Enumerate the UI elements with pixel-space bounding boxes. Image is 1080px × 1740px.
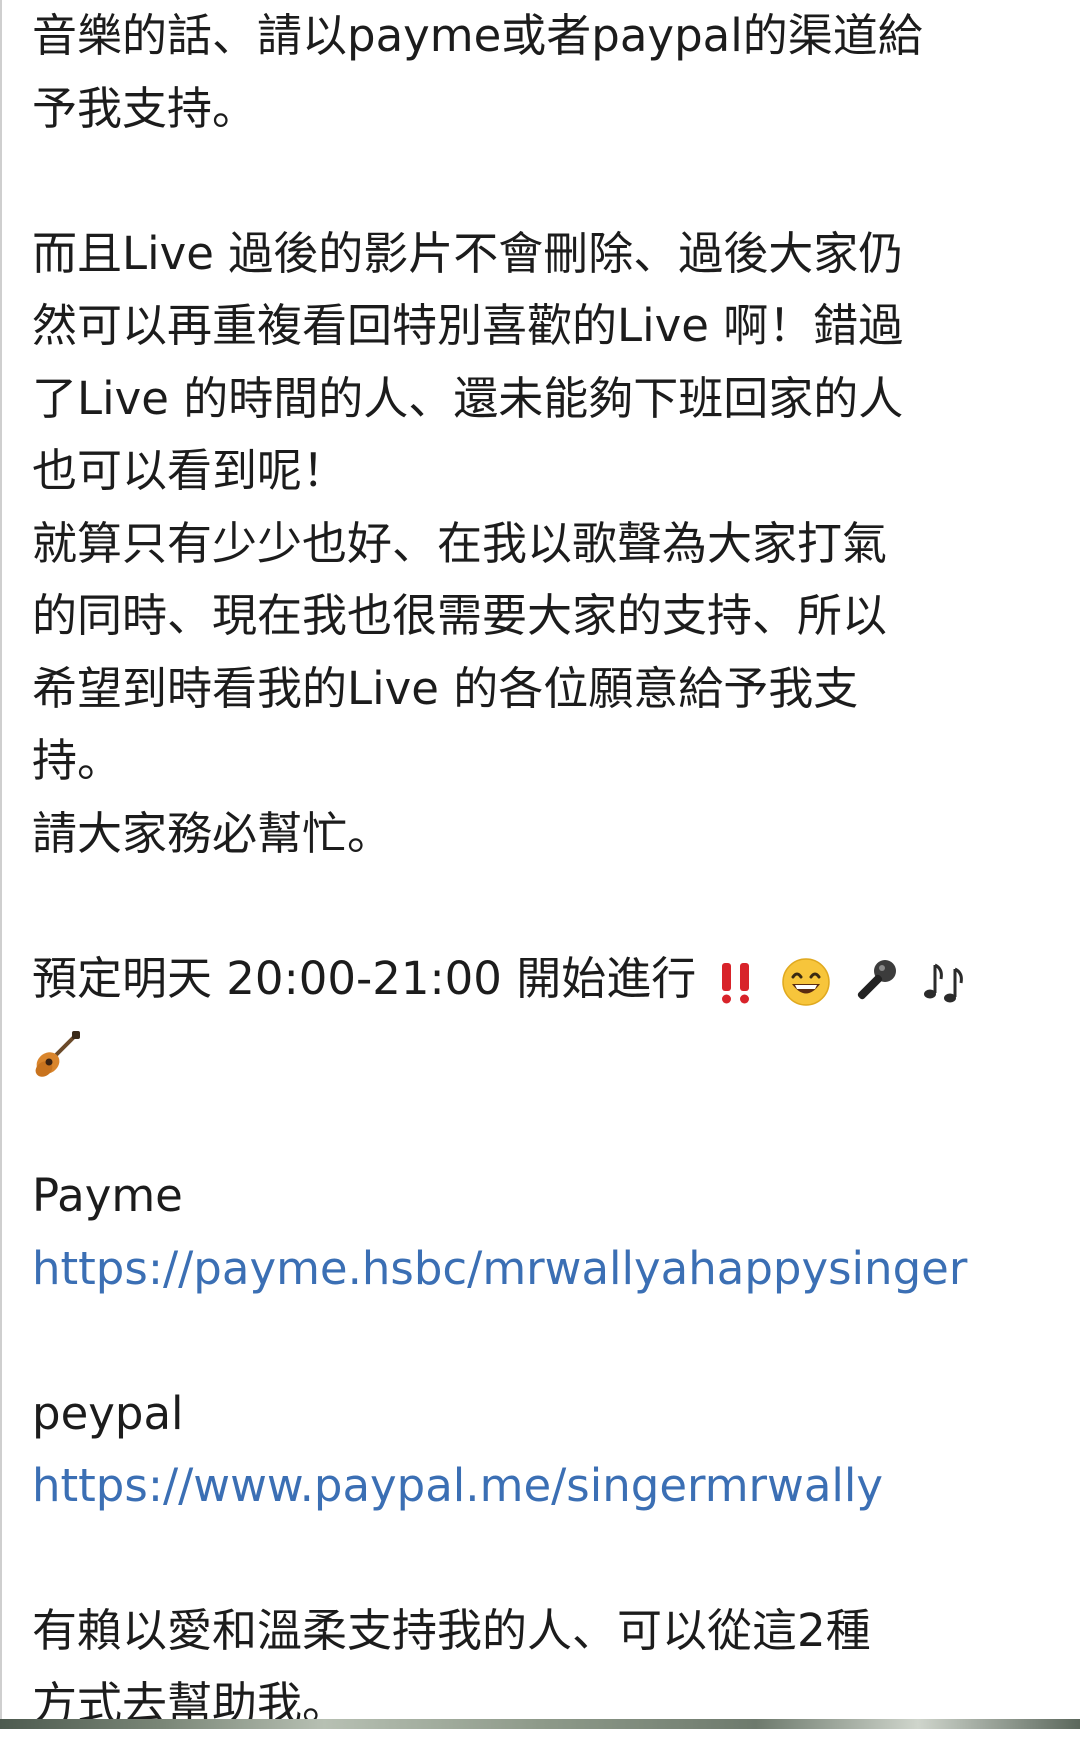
paypal-link[interactable]: https://www.paypal.me/singermrwally [32, 1450, 1052, 1523]
paypal-label: peypal [32, 1378, 1052, 1451]
text-line: 有賴以愛和溫柔支持我的人、可以從這2種 [32, 1595, 1052, 1668]
paragraph-paypal: peypal https://www.paypal.me/singermrwal… [32, 1378, 1052, 1523]
spacer [32, 1305, 1052, 1378]
double-exclamation-icon [711, 957, 761, 1007]
guitar-icon [32, 1029, 82, 1079]
schedule-text: 預定明天 20:00-21:00 開始進行 [32, 952, 696, 1005]
post-frame: 音樂的話、請以payme或者paypal的渠道給 予我支持。 而且Live 過後… [0, 0, 1080, 1729]
text-line: 也可以看到呢！ [32, 435, 1052, 508]
post-body: 音樂的話、請以payme或者paypal的渠道給 予我支持。 而且Live 過後… [32, 0, 1052, 1740]
text-line: 持。 [32, 725, 1052, 798]
paragraph-schedule: 預定明天 20:00-21:00 開始進行 [32, 943, 1052, 1088]
image-preview-strip [0, 1719, 1080, 1729]
text-line: 予我支持。 [32, 73, 1052, 146]
microphone-icon [851, 957, 901, 1007]
music-notes-icon [921, 957, 971, 1007]
text-line: 音樂的話、請以payme或者paypal的渠道給 [32, 0, 1052, 73]
payme-label: Payme [32, 1160, 1052, 1233]
text-line: 請大家務必幫忙。 [32, 798, 1052, 871]
grinning-face-icon [781, 957, 831, 1007]
paragraph-live-info: 而且Live 過後的影片不會刪除、過後大家仍 然可以再重複看回特別喜歡的Live… [32, 218, 1052, 871]
paragraph-payment-intro: 音樂的話、請以payme或者paypal的渠道給 予我支持。 [32, 0, 1052, 145]
text-line: 了Live 的時間的人、還未能夠下班回家的人 [32, 363, 1052, 436]
text-line: 希望到時看我的Live 的各位願意給予我支 [32, 653, 1052, 726]
spacer [32, 145, 1052, 218]
spacer [32, 870, 1052, 943]
spacer [32, 1088, 1052, 1161]
schedule-line-2 [32, 1015, 1052, 1088]
text-line: 方式去幫助我。 [32, 1668, 1052, 1740]
schedule-line: 預定明天 20:00-21:00 開始進行 [32, 943, 1052, 1016]
text-line: 就算只有少少也好、在我以歌聲為大家打氣 [32, 508, 1052, 581]
left-border [0, 0, 2, 1729]
text-line: 的同時、現在我也很需要大家的支持、所以 [32, 580, 1052, 653]
text-line: 而且Live 過後的影片不會刪除、過後大家仍 [32, 218, 1052, 291]
paragraph-payme: Payme https://payme.hsbc/mrwallyahappysi… [32, 1160, 1052, 1305]
text-line: 然可以再重複看回特別喜歡的Live 啊！錯過 [32, 290, 1052, 363]
payme-link[interactable]: https://payme.hsbc/mrwallyahappysinger [32, 1233, 1052, 1306]
spacer [32, 1523, 1052, 1596]
